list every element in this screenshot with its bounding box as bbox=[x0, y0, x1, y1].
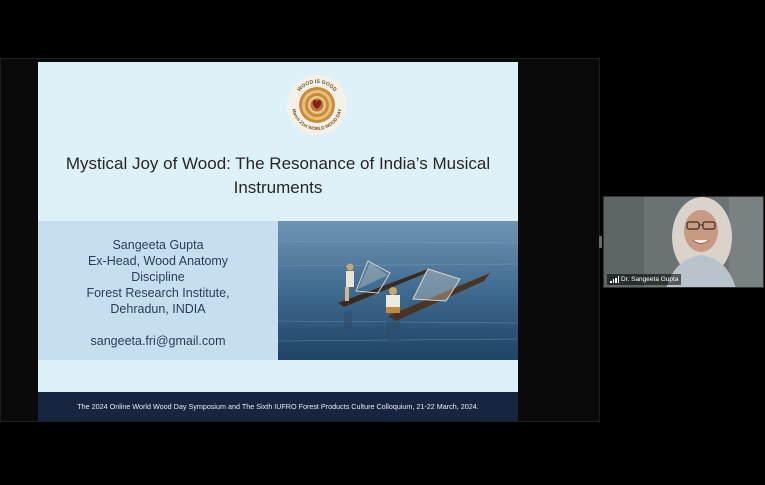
slide-title-line-2: Instruments bbox=[233, 178, 323, 197]
panel-resize-handle[interactable] bbox=[599, 236, 602, 248]
author-details: Sangeeta Gupta Ex-Head, Wood Anatomy Dis… bbox=[38, 237, 278, 317]
slide-footer: The 2024 Online World Wood Day Symposium… bbox=[38, 392, 518, 421]
participant-name: Dr. Sangeeta Gupta bbox=[621, 276, 679, 283]
author-role-line-1: Ex-Head, Wood Anatomy bbox=[87, 254, 229, 268]
slide-title: Mystical Joy of Wood: The Resonance of I… bbox=[58, 152, 498, 200]
participant-name-label: Dr. Sangeeta Gupta bbox=[607, 274, 682, 285]
author-institute-line-2: Dehradun, INDIA bbox=[110, 302, 206, 316]
slide-title-line-1: Mystical Joy of Wood: The Resonance of I… bbox=[65, 154, 491, 173]
author-email: sangeeta.fri@gmail.com bbox=[90, 334, 226, 348]
author-institute-line-1: Forest Research Institute, bbox=[86, 286, 230, 300]
author-name: Sangeeta Gupta bbox=[112, 238, 204, 252]
presentation-slide: WOOD IS GOOD March 21st WORLD WOOD DAY M… bbox=[38, 62, 518, 421]
author-panel: Sangeeta Gupta Ex-Head, Wood Anatomy Dis… bbox=[38, 221, 278, 360]
fishermen-photo bbox=[278, 221, 518, 360]
world-wood-day-logo: WOOD IS GOOD March 21st WORLD WOOD DAY bbox=[286, 74, 348, 136]
participant-video-tile[interactable]: Dr. Sangeeta Gupta bbox=[603, 196, 764, 288]
signal-bars-icon bbox=[610, 276, 619, 283]
author-role-line-2: Discipline bbox=[131, 270, 185, 284]
lake-fishermen-image bbox=[278, 221, 518, 360]
wood-rings-logo-icon: WOOD IS GOOD March 21st WORLD WOOD DAY bbox=[287, 75, 347, 135]
